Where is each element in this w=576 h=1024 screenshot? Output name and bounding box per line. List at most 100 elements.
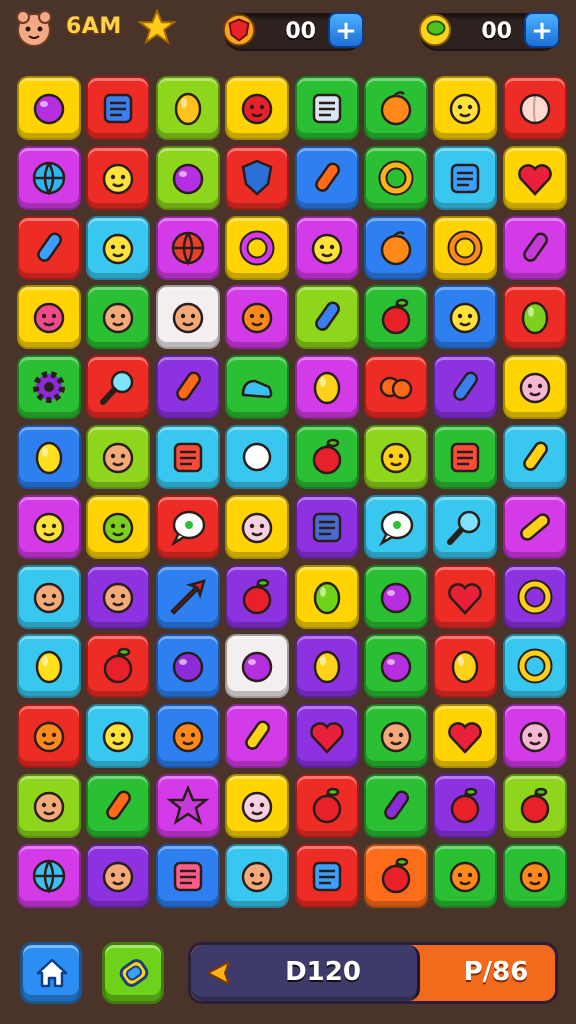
board-tile[interactable]	[502, 634, 567, 699]
board-tile[interactable]	[17, 494, 81, 559]
board-tile[interactable]	[225, 76, 290, 140]
board-tile[interactable]	[433, 843, 498, 908]
board-tile[interactable]	[364, 145, 428, 210]
board-tile[interactable]	[86, 76, 151, 140]
board-tile[interactable]	[294, 76, 359, 140]
board-tile[interactable]	[294, 843, 359, 908]
board-tile[interactable]	[86, 634, 151, 699]
board-tile[interactable]	[225, 215, 290, 280]
board-tile[interactable]	[294, 285, 359, 350]
board-tile[interactable]	[155, 774, 220, 838]
board-tile[interactable]	[225, 843, 290, 908]
board-tile[interactable]	[86, 564, 151, 629]
board-tile[interactable]	[502, 215, 567, 280]
board-tile[interactable]	[155, 564, 220, 629]
board-tile[interactable]	[155, 704, 220, 769]
board-tile[interactable]	[294, 774, 359, 838]
board-tile[interactable]	[364, 355, 428, 420]
board-tile[interactable]	[225, 355, 290, 420]
board-tile[interactable]	[17, 215, 81, 280]
board-tile[interactable]	[225, 494, 290, 559]
board-tile[interactable]	[86, 494, 151, 559]
board-tile[interactable]	[294, 704, 359, 769]
board-tile[interactable]	[364, 285, 428, 350]
board-tile[interactable]	[86, 425, 151, 489]
board-tile[interactable]	[17, 774, 81, 838]
board-tile[interactable]	[433, 355, 498, 420]
board-tile[interactable]	[225, 704, 290, 769]
board-tile[interactable]	[364, 425, 428, 489]
board-tile[interactable]	[294, 564, 359, 629]
board-tile[interactable]	[433, 774, 498, 838]
board-tile[interactable]	[155, 355, 220, 420]
board-tile[interactable]	[155, 76, 220, 140]
board-tile[interactable]	[225, 564, 290, 629]
board-tile[interactable]	[502, 774, 567, 838]
board-tile[interactable]	[86, 355, 151, 420]
board-tile[interactable]	[433, 215, 498, 280]
board-tile[interactable]	[17, 843, 81, 908]
board-tile[interactable]	[502, 494, 567, 559]
board-tile[interactable]	[17, 285, 81, 350]
home-button[interactable]	[20, 942, 82, 1004]
board-tile[interactable]	[86, 145, 151, 210]
add-currency-b-button[interactable]: +	[524, 12, 560, 48]
board-tile[interactable]	[155, 145, 220, 210]
board-tile[interactable]	[86, 285, 151, 350]
board-tile[interactable]	[433, 494, 498, 559]
shuffle-button[interactable]	[102, 942, 164, 1004]
board-tile[interactable]	[86, 843, 151, 908]
board-tile[interactable]	[17, 425, 81, 489]
board-tile[interactable]	[294, 215, 359, 280]
board-tile[interactable]	[364, 634, 428, 699]
board-tile[interactable]	[155, 285, 220, 350]
board-tile[interactable]	[17, 76, 81, 140]
board-tile[interactable]	[225, 285, 290, 350]
board-tile[interactable]	[155, 215, 220, 280]
board-tile[interactable]	[433, 145, 498, 210]
board-tile[interactable]	[225, 634, 290, 699]
board-tile[interactable]	[433, 634, 498, 699]
board-tile[interactable]	[502, 564, 567, 629]
board-tile[interactable]	[155, 843, 220, 908]
board-tile[interactable]	[502, 76, 567, 140]
board-tile[interactable]	[433, 425, 498, 489]
board-tile[interactable]	[502, 704, 567, 769]
board-tile[interactable]	[17, 355, 81, 420]
board-tile[interactable]	[433, 76, 498, 140]
arrow-left-icon[interactable]	[205, 959, 235, 987]
board-tile[interactable]	[364, 494, 428, 559]
board-tile[interactable]	[17, 564, 81, 629]
board-tile[interactable]	[155, 634, 220, 699]
board-tile[interactable]	[364, 76, 428, 140]
board-tile[interactable]	[294, 355, 359, 420]
board-tile[interactable]	[86, 215, 151, 280]
board-tile[interactable]	[17, 704, 81, 769]
board-tile[interactable]	[433, 564, 498, 629]
board-tile[interactable]	[225, 145, 290, 210]
board-tile[interactable]	[502, 843, 567, 908]
board-tile[interactable]	[86, 774, 151, 838]
board-tile[interactable]	[364, 843, 428, 908]
board-tile[interactable]	[294, 425, 359, 489]
board-tile[interactable]	[502, 355, 567, 420]
board-tile[interactable]	[294, 145, 359, 210]
board-tile[interactable]	[502, 285, 567, 350]
board-tile[interactable]	[294, 634, 359, 699]
add-currency-a-button[interactable]: +	[328, 12, 364, 48]
board-tile[interactable]	[364, 704, 428, 769]
board-tile[interactable]	[364, 564, 428, 629]
board-tile[interactable]	[502, 145, 567, 210]
board-tile[interactable]	[17, 145, 81, 210]
board-tile[interactable]	[86, 704, 151, 769]
board-tile[interactable]	[433, 285, 498, 350]
board-tile[interactable]	[502, 425, 567, 489]
board-tile[interactable]	[364, 774, 428, 838]
board-tile[interactable]	[155, 494, 220, 559]
board-tile[interactable]	[433, 704, 498, 769]
board-tile[interactable]	[225, 774, 290, 838]
board-tile[interactable]	[294, 494, 359, 559]
board-tile[interactable]	[225, 425, 290, 489]
player-avatar-icon[interactable]	[14, 8, 54, 48]
board-tile[interactable]	[364, 215, 428, 280]
